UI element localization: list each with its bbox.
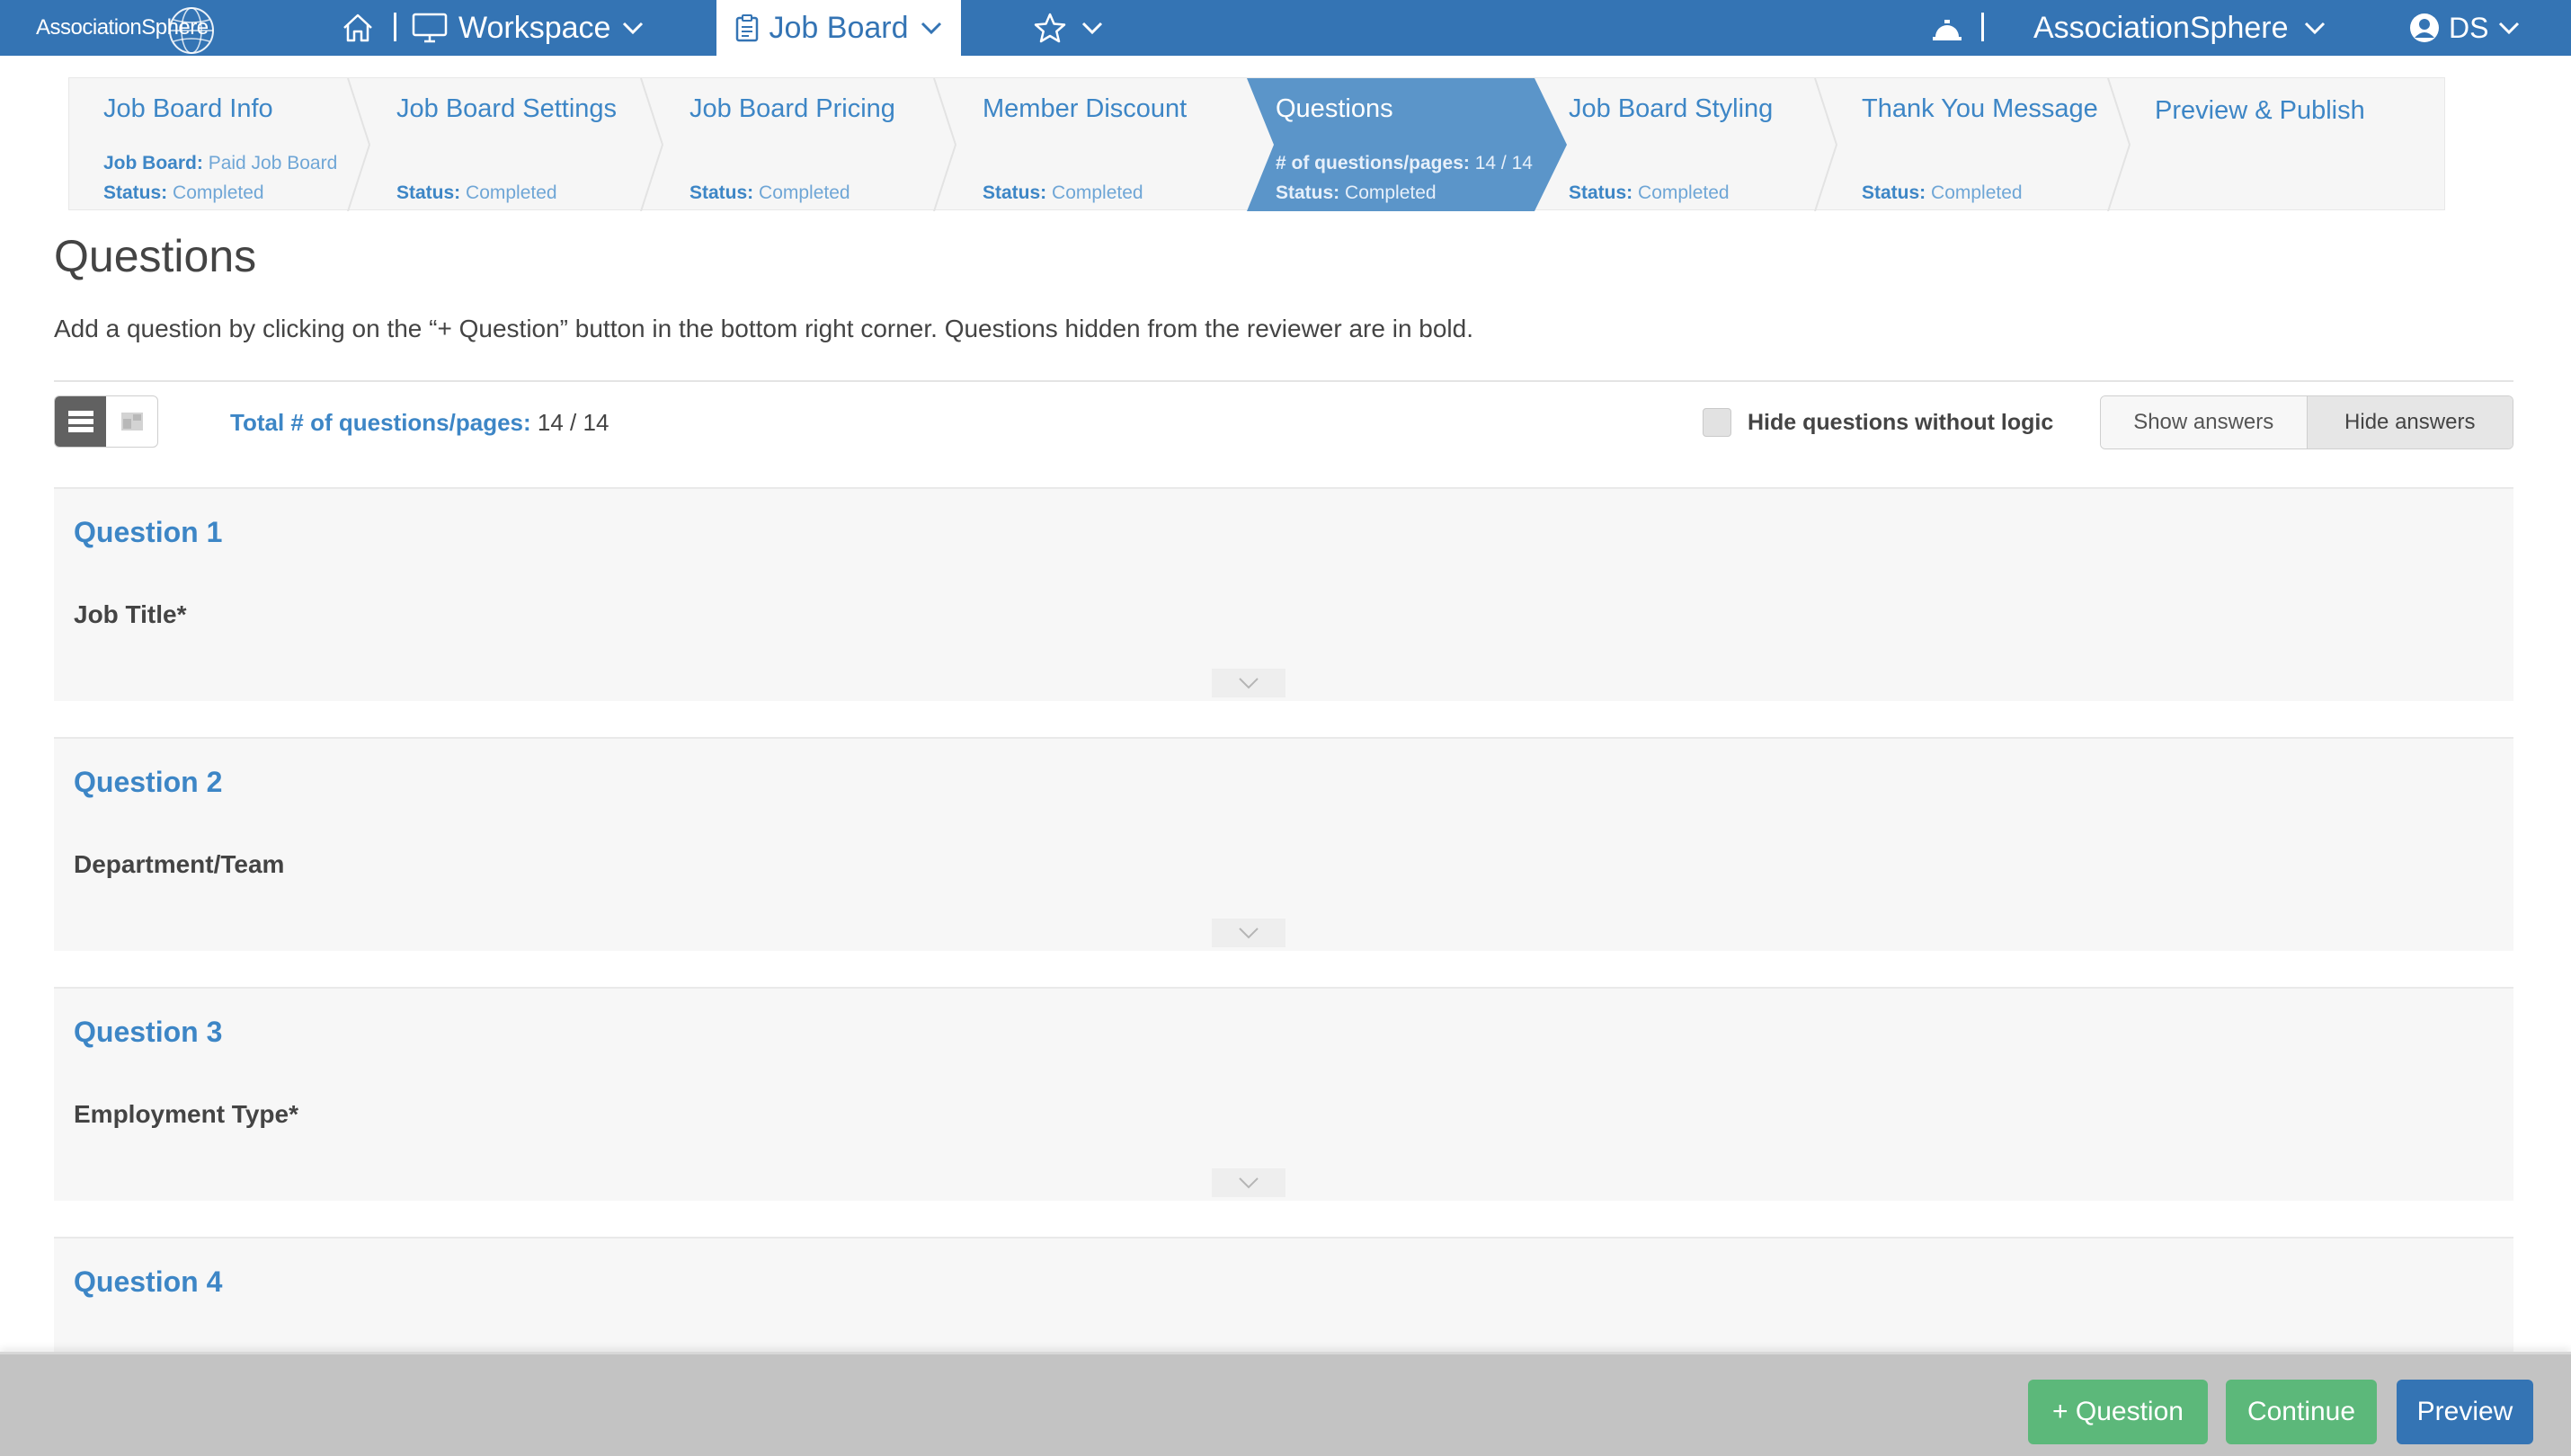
star-icon (1034, 13, 1066, 43)
total-questions-label: Total # of questions/pages: (230, 409, 531, 436)
hide-questions-without-logic[interactable]: Hide questions without logic (1703, 408, 2053, 437)
question-text: Employment Type* (74, 1100, 298, 1128)
app-logo[interactable]: AssociationSphere (36, 4, 214, 54)
continue-button[interactable]: Continue (2226, 1380, 2377, 1444)
hide-logic-checkbox[interactable] (1703, 408, 1731, 437)
step-questions[interactable]: Questions # of questions/pages: 14 / 14 … (1241, 78, 1565, 211)
question-title: Question 2 (74, 766, 223, 798)
nav-separator (1981, 13, 1984, 41)
step-member-discount[interactable]: Member Discount Status: Completed (948, 78, 1236, 211)
page-intro-text: Add a question by clicking on the “+ Que… (54, 315, 1474, 342)
add-question-button[interactable]: + Question (2028, 1380, 2208, 1444)
question-title: Question 4 (74, 1265, 223, 1298)
top-nav-bar: AssociationSphere Workspace Job Board As… (0, 0, 2571, 56)
step-title: Job Board Settings (396, 94, 618, 123)
monitor-icon (412, 13, 448, 43)
user-menu[interactable]: DS (2409, 5, 2521, 50)
home-icon[interactable] (340, 11, 376, 45)
question-text: Job Title* (74, 600, 187, 628)
question-card[interactable]: Question 1 Job Title* (54, 487, 2513, 701)
step-status: Status: Completed (1862, 182, 2023, 203)
workspace-menu[interactable]: Workspace (412, 5, 645, 50)
grid-layout-icon (120, 413, 143, 431)
chevron-down-icon (1081, 22, 1103, 35)
user-avatar-icon (2410, 13, 2439, 42)
wizard-steps: Job Board Info Job Board: Paid Job Board… (68, 77, 2445, 211)
chevron-down-icon (1239, 928, 1259, 939)
step-title: Preview & Publish (2155, 96, 2365, 125)
question-title: Question 1 (74, 516, 223, 548)
chevron-down-icon (1239, 1177, 1259, 1189)
chevron-down-icon (2304, 22, 2325, 35)
list-icon (67, 411, 93, 432)
page-title: Questions (54, 231, 257, 281)
divider (54, 380, 2513, 382)
organization-label: AssociationSphere (2033, 10, 2289, 45)
hide-logic-label: Hide questions without logic (1748, 409, 2054, 435)
favorites-menu[interactable] (1034, 9, 1104, 47)
step-status: Status: Completed (983, 182, 1143, 203)
organization-menu[interactable]: AssociationSphere (2033, 5, 2326, 50)
step-preview-publish[interactable]: Preview & Publish (2121, 78, 2426, 211)
step-status: Status: Completed (103, 182, 264, 203)
step-title: Member Discount (983, 94, 1188, 123)
expand-question-button[interactable] (1212, 669, 1286, 697)
question-card[interactable]: Question 2 Department/Team (54, 737, 2513, 951)
clipboard-icon (735, 14, 758, 42)
question-title: Question 3 (74, 1016, 223, 1048)
step-thank-you-message[interactable]: Thank You Message Status: Completed (1828, 78, 2115, 211)
step-status: Status: Completed (1569, 182, 1730, 203)
jobboard-menu[interactable]: Job Board (716, 0, 961, 56)
total-questions-value: 14 / 14 (537, 409, 609, 436)
globe-logo-icon (169, 7, 214, 54)
step-title: Questions (1276, 94, 1393, 123)
preview-button[interactable]: Preview (2397, 1380, 2533, 1444)
chevron-down-icon (2499, 22, 2520, 35)
total-questions: Total # of questions/pages: 14 / 14 (230, 409, 609, 437)
answers-toggle: Show answers Hide answers (2100, 395, 2513, 449)
step-job-board-pricing[interactable]: Job Board Pricing Status: Completed (655, 78, 943, 211)
step-title: Job Board Pricing (689, 94, 895, 123)
step-job-board-settings[interactable]: Job Board Settings Status: Completed (362, 78, 650, 211)
service-bell-icon[interactable] (1929, 11, 1965, 47)
expand-question-button[interactable] (1212, 919, 1286, 947)
step-status: Status: Completed (1276, 182, 1437, 203)
step-status: Status: Completed (396, 182, 557, 203)
chevron-down-icon (921, 22, 941, 35)
user-initials: DS (2449, 11, 2489, 44)
step-title: Thank You Message (1862, 94, 2098, 123)
hide-answers-button[interactable]: Hide answers (2306, 396, 2513, 448)
workspace-label: Workspace (458, 10, 611, 45)
jobboard-label: Job Board (769, 10, 909, 45)
footer-action-bar: + Question Continue Preview (0, 1352, 2571, 1456)
step-meta: # of questions/pages: 14 / 14 (1276, 153, 1533, 173)
grid-view-button[interactable] (106, 396, 157, 447)
step-job-board-info[interactable]: Job Board Info Job Board: Paid Job Board… (69, 78, 357, 211)
nav-separator (394, 13, 396, 41)
step-title: Job Board Info (103, 94, 273, 123)
chevron-down-icon (623, 22, 644, 35)
view-toggle (54, 395, 158, 448)
chevron-down-icon (1239, 678, 1259, 689)
question-card[interactable]: Question 3 Employment Type* (54, 987, 2513, 1201)
list-view-button[interactable] (55, 396, 106, 447)
question-text: Department/Team (74, 850, 285, 878)
show-answers-button[interactable]: Show answers (2101, 396, 2307, 448)
expand-question-button[interactable] (1212, 1168, 1286, 1197)
step-status: Status: Completed (689, 182, 850, 203)
step-title: Job Board Styling (1569, 94, 1774, 123)
step-meta: Job Board: Paid Job Board (103, 153, 338, 173)
step-job-board-styling[interactable]: Job Board Styling Status: Completed (1535, 78, 1822, 211)
